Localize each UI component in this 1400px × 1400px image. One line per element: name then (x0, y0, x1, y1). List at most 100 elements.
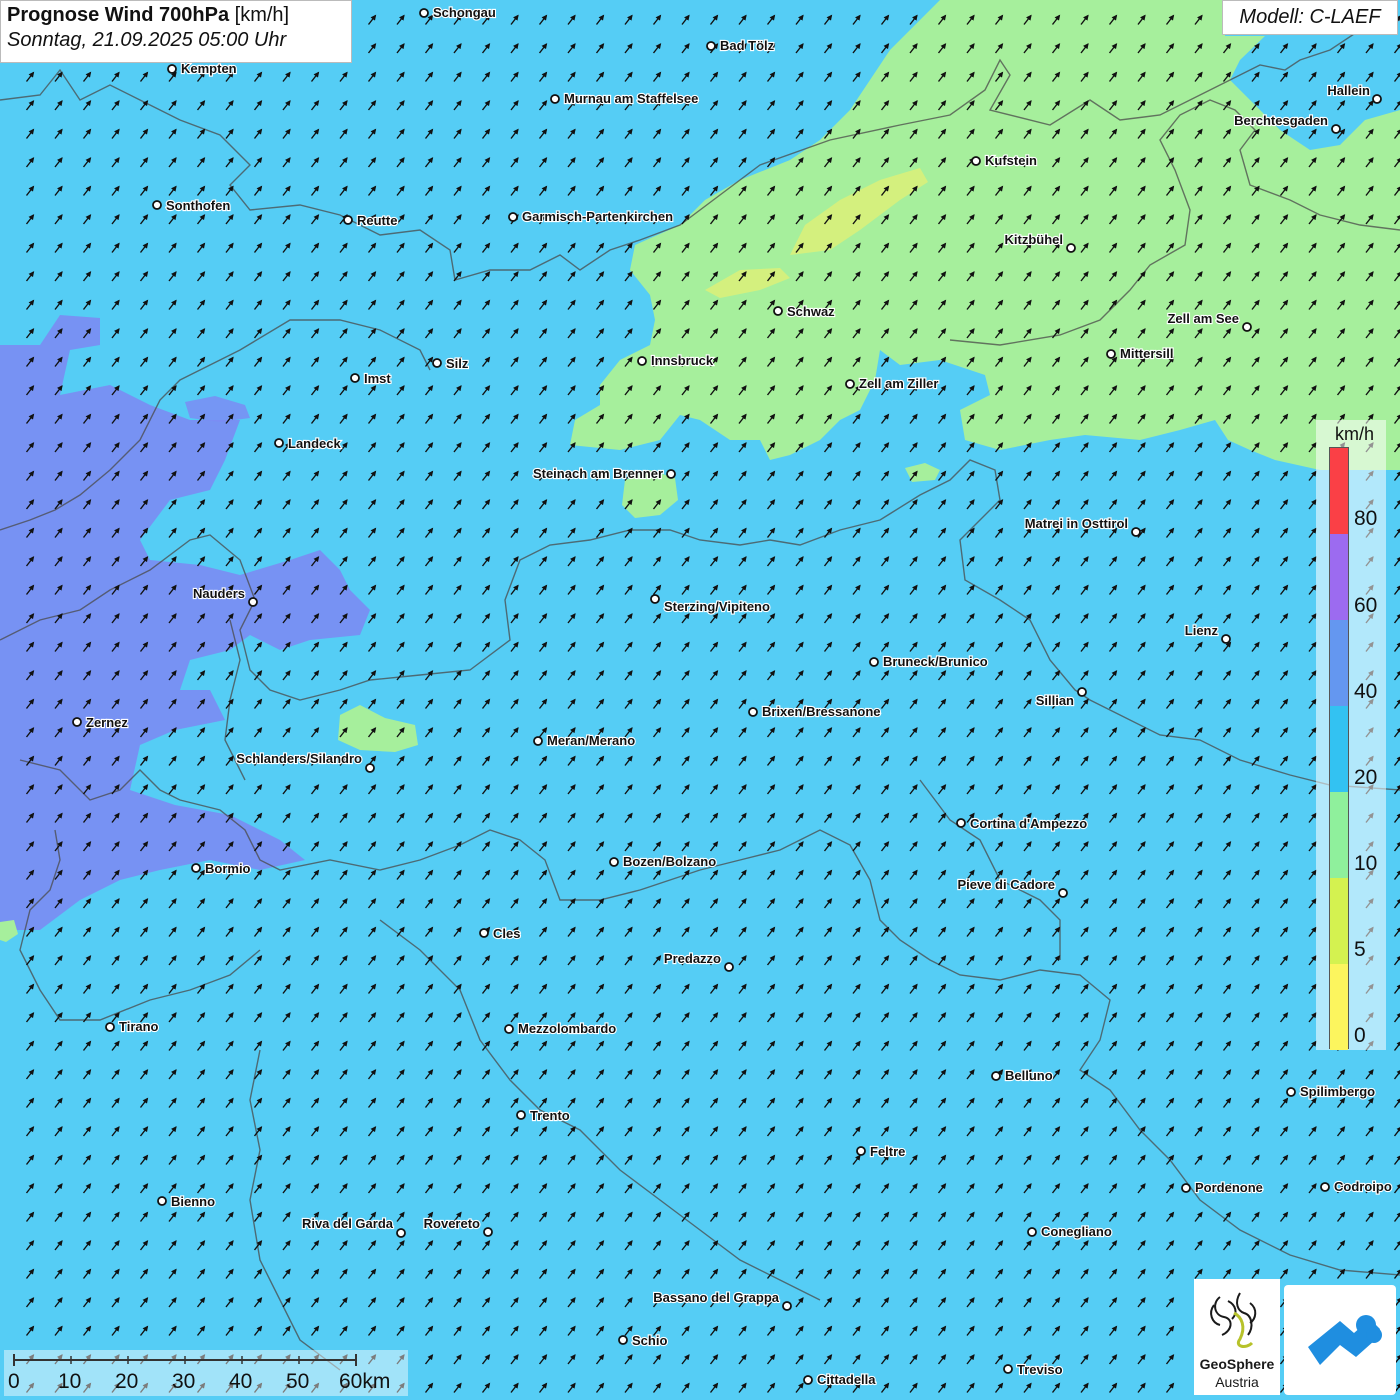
scale-label-10: 10 (58, 1370, 82, 1393)
city-label-predazzo: Predazzo (664, 951, 721, 966)
city-marker-bormio (191, 863, 201, 873)
city-label-cles: Cles (493, 926, 520, 941)
city-label-hallein: Hallein (1327, 83, 1370, 98)
geosphere-logo[interactable]: GeoSphere Austria (1194, 1279, 1280, 1395)
city-label-cortina-d-ampezzo: Cortina d'Ampezzo (970, 816, 1087, 831)
geosphere-sub: Austria (1215, 1374, 1259, 1390)
city-marker-matrei-in-osttirol (1131, 527, 1141, 537)
scale-label-40: 40 (229, 1370, 253, 1393)
city-marker-berchtesgaden (1331, 124, 1341, 134)
city-marker-imst (350, 373, 360, 383)
city-label-zell-am-see: Zell am See (1167, 311, 1239, 326)
city-marker-cortina-d-ampezzo (956, 818, 966, 828)
city-label-conegliano: Conegliano (1041, 1224, 1112, 1239)
legend-segment-5 (1330, 878, 1348, 964)
city-label-sonthofen: Sonthofen (166, 198, 230, 213)
city-marker-bienno (157, 1196, 167, 1206)
city-marker-steinach-am-brenner (666, 469, 676, 479)
city-label-zell-am-ziller: Zell am Ziller (859, 376, 938, 391)
city-label-bruneck-brunico: Bruneck/Brunico (883, 654, 988, 669)
city-label-innsbruck: Innsbruck (651, 353, 714, 368)
city-label-trento: Trento (530, 1108, 570, 1123)
city-marker-reutte (343, 215, 353, 225)
city-label-imst: Imst (364, 371, 391, 386)
city-label-lienz: Lienz (1185, 623, 1219, 638)
city-label-spilimbergo: Spilimbergo (1300, 1084, 1375, 1099)
city-label-cittadella: Cittadella (817, 1372, 876, 1387)
city-label-treviso: Treviso (1017, 1362, 1063, 1377)
legend-segment-0 (1330, 964, 1348, 1050)
legend-tick-40: 40 (1354, 680, 1378, 703)
wind-map: Schongau Bad Tölz Kempten Murnau am Staffel… (0, 0, 1400, 1400)
city-label-pordenone: Pordenone (1195, 1180, 1263, 1195)
legend-tick-5: 5 (1354, 938, 1366, 961)
city-marker-bassano-del-grappa (782, 1301, 792, 1311)
city-label-garmisch-partenkirchen: Garmisch-Partenkirchen (522, 209, 673, 224)
city-marker-trento (516, 1110, 526, 1120)
city-marker-meran-merano (533, 736, 543, 746)
city-label-matrei-in-osttirol: Matrei in Osttirol (1025, 516, 1128, 531)
city-label-riva-del-garda: Riva del Garda (302, 1216, 394, 1231)
city-label-nauders: Nauders (193, 586, 245, 601)
city-marker-pieve-di-cadore (1058, 888, 1068, 898)
city-label-schongau: Schongau (433, 5, 496, 20)
city-label-sterzing-vipiteno: Sterzing/Vipiteno (664, 599, 770, 614)
city-marker-garmisch-partenkirchen (508, 212, 518, 222)
city-label-kufstein: Kufstein (985, 153, 1037, 168)
city-marker-codroipo (1320, 1182, 1330, 1192)
city-marker-bruneck-brunico (869, 657, 879, 667)
city-marker-kufstein (971, 156, 981, 166)
city-marker-zell-am-see (1242, 322, 1252, 332)
legend-tick-10: 10 (1354, 852, 1378, 875)
weather-app-logo[interactable] (1284, 1285, 1396, 1395)
city-marker-kitzbuhel (1066, 243, 1076, 253)
city-label-kempten: Kempten (181, 61, 237, 76)
city-marker-cittadella (803, 1375, 813, 1385)
city-marker-silz (432, 358, 442, 368)
map-title-unit: [km/h] (234, 4, 290, 26)
city-label-bad-tolz: Bad Tölz (720, 38, 775, 53)
city-label-bormio: Bormio (205, 861, 251, 876)
city-marker-rovereto (483, 1227, 493, 1237)
city-label-berchtesgaden: Berchtesgaden (1234, 113, 1328, 128)
city-marker-pordenone (1181, 1183, 1191, 1193)
city-label-sillian: Sillian (1036, 693, 1074, 708)
legend-tick-20: 20 (1354, 766, 1378, 789)
city-label-bienno: Bienno (171, 1194, 215, 1209)
city-marker-belluno (991, 1071, 1001, 1081)
legend-bar (1329, 447, 1349, 1050)
city-label-bassano-del-grappa: Bassano del Grappa (653, 1290, 779, 1305)
legend-unit: km/h (1335, 424, 1375, 444)
city-label-pieve-di-cadore: Pieve di Cadore (957, 877, 1055, 892)
legend-segment-10 (1330, 792, 1348, 878)
city-marker-schwaz (773, 306, 783, 316)
city-label-schlanders-silandro: Schlanders/Silandro (236, 751, 362, 766)
legend-segment-20 (1330, 706, 1348, 792)
scale-label-60km: 60km (339, 1370, 391, 1393)
model-label: Modell: C-LAEF (1222, 0, 1398, 35)
scale-label-0: 0 (8, 1370, 20, 1393)
city-marker-mezzolombardo (504, 1024, 514, 1034)
city-marker-zell-am-ziller (845, 379, 855, 389)
legend-segment-60 (1330, 534, 1348, 620)
city-marker-kempten (167, 64, 177, 74)
color-legend: km/h 80 60 40 20 10 5 0 (1316, 420, 1386, 1050)
map-title-main: Prognose Wind 700hPa (7, 4, 230, 26)
city-marker-predazzo (724, 962, 734, 972)
city-marker-murnau-am-staffelsee (550, 94, 560, 104)
legend-tick-60: 60 (1354, 594, 1378, 617)
city-marker-schlanders-silandro (365, 763, 375, 773)
city-label-brixen-bressanone: Brixen/Bressanone (762, 704, 881, 719)
city-label-schio: Schio (632, 1333, 667, 1348)
title-box: Prognose Wind 700hPa [km/h] Sonntag, 21.… (0, 0, 352, 63)
legend-tick-0: 0 (1354, 1024, 1366, 1047)
scale-bar-line (13, 1354, 357, 1366)
city-marker-brixen-bressanone (748, 707, 758, 717)
city-label-mittersill: Mittersill (1120, 346, 1173, 361)
city-label-reutte: Reutte (357, 213, 397, 228)
scale-label-20: 20 (115, 1370, 139, 1393)
city-label-codroipo: Codroipo (1334, 1179, 1392, 1194)
map-title: Prognose Wind 700hPa [km/h] (7, 4, 345, 27)
city-label-meran-merano: Meran/Merano (547, 733, 635, 748)
city-marker-riva-del-garda (396, 1228, 406, 1238)
